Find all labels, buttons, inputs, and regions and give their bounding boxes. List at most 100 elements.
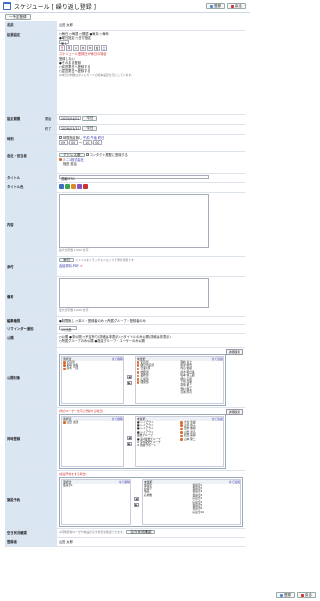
regist-clear-all[interactable]: 全て削除 (112, 417, 123, 421)
regist-selected-list: 選択済 全て削除 山田 太郎 (61, 415, 124, 467)
contact-checkbox[interactable] (85, 153, 89, 157)
day-sat[interactable]: 土 (101, 45, 107, 52)
memo-limit: 最大文字数 1,000 文字 (59, 307, 89, 312)
label-start: 開始 (43, 114, 57, 125)
facility-picker: 選択済 全て削除 会議室1 ◀ ▶ 未選択 全て追加 会議室 応接室 備品 応用機 会… (59, 476, 243, 527)
header-bar: スケジュール [ 繰り返し登録 ] 登録 戻る (0, 0, 250, 13)
list-item[interactable]: ★ 技術サポート (136, 443, 179, 447)
single-register-button[interactable]: 一予定登録 (5, 14, 31, 20)
back-icon (231, 4, 234, 8)
label-facility: 施設予約 (5, 470, 57, 529)
attach-hint: ファイルをドラッグ＆ドロップで添付可能です (75, 257, 134, 262)
regist-detail-search-button[interactable]: 詳細検索 (225, 408, 243, 415)
list-item[interactable]: 宮城 周司 (179, 390, 222, 394)
end-today-button[interactable]: 今日 (82, 126, 98, 131)
time-shortcuts[interactable]: 午前 午後 終日 (83, 136, 104, 140)
remind-select[interactable]: 15分前 (59, 325, 77, 332)
company-icon (59, 158, 62, 161)
move-left-button[interactable]: ◀ (126, 436, 132, 440)
move-right-button[interactable]: ▶ (126, 442, 132, 446)
public-target-picker: 選択済 全て削除 企画部 彩椿 由香 鈴木 一郎 ◀ ▶ 未選択 全て追加 企画部 経… (59, 353, 226, 406)
time-to-hour[interactable]: 10 (83, 140, 93, 145)
label-name: 名前 (5, 21, 57, 31)
repeat-settings[interactable]: ○毎日 ○毎週 ○隔週 ●毎月 ○毎年 ●曜日指定 ○日付指定 第１ 日 月 火… (57, 30, 245, 115)
public-detail-search-button[interactable]: 詳細検索 (225, 348, 243, 355)
list-item[interactable]: 開発部 (136, 380, 179, 384)
content-limit: 最大文字数 1,000 文字 (59, 247, 89, 252)
list-item[interactable]: 鈴木 一郎 (62, 366, 123, 371)
back-button[interactable]: 戻る (227, 3, 246, 9)
move-right-button[interactable]: ▶ (126, 380, 132, 385)
repeat-mode[interactable]: ●曜日指定 ○日付指定 (59, 36, 243, 40)
move-left-button[interactable]: ◀ (126, 374, 132, 379)
content-textarea[interactable] (59, 193, 209, 248)
holiday-note-2: ※休日の判断はタイムカードの基本設定を元にしています。 (59, 73, 134, 78)
day-wed[interactable]: 水 (80, 45, 86, 52)
label-regist: 同時登録 (5, 407, 57, 471)
memo-textarea[interactable] (59, 277, 209, 308)
schedule-form: 名前 山田 太郎 拡張設定 ○毎日 ○毎週 ○隔週 ●毎月 ○毎年 ●曜日指定 ○… (5, 21, 245, 547)
availability-note: ※同時登録ユーザや施設の空き状況を確認できます。 (59, 529, 126, 534)
title-input[interactable]: 週報MTG (59, 174, 209, 181)
move-left-button[interactable]: ◀ (133, 496, 139, 501)
label-approver: 登録者 (5, 537, 57, 547)
color-swatch-blue[interactable] (59, 183, 64, 189)
day-mon[interactable]: 月 (66, 45, 72, 52)
public-unselected-list: 未選択 全て追加 企画部 経営企画部 営業1部 総務部 業務部 広報部 開発部 岡… (134, 355, 224, 404)
day-tue[interactable]: 火 (73, 45, 79, 52)
list-item[interactable]: 応接室10 (191, 510, 240, 514)
label-end: 終了 (43, 124, 57, 135)
weekday-picker: 日 月 火 水 木 金 土 (59, 45, 243, 52)
avatar (63, 364, 66, 367)
public-clear-all[interactable]: 全て削除 (112, 357, 123, 361)
facility-selected-list: 選択済 全て削除 会議室1 (61, 478, 131, 525)
list-item[interactable]: 山本 理二 (179, 437, 222, 441)
label-content: 内容 (5, 192, 57, 257)
availability-check-button[interactable]: 空き状況確認 (126, 530, 156, 535)
color-swatch-green[interactable] (65, 183, 70, 189)
label-org: 会社・担当者 (5, 151, 57, 174)
add-button[interactable]: 登録 (206, 3, 225, 9)
move-right-button[interactable]: ▶ (133, 502, 139, 507)
start-date-input[interactable]: 2025/04/01 (59, 115, 82, 121)
time-from-min[interactable]: 00 (69, 140, 79, 145)
time-from-hour[interactable]: 09 (59, 140, 68, 145)
footer-back-button[interactable]: 戻る (297, 592, 316, 598)
day-fri[interactable]: 金 (94, 45, 100, 52)
facility-note: [施設予約をする場合] (59, 471, 87, 476)
person-name: 相田 進治 (63, 162, 77, 167)
name-value: 山田 太郎 (57, 21, 245, 31)
calendar-icon (3, 2, 11, 10)
footer-add-button[interactable]: 登録 (276, 592, 295, 598)
label-availability: 空き状況確認 (5, 528, 57, 538)
public-selected-list: 選択済 全て削除 企画部 彩椿 由香 鈴木 一郎 (61, 355, 124, 404)
remove-file-icon[interactable]: ✕ (80, 264, 83, 268)
facility-unselected-list: 未選択 全て追加 会議室 応接室 備品 応用機 会議室1 会議室2 会議室3 会議… (141, 478, 241, 525)
label-edit: 編集権限 (5, 316, 57, 325)
color-swatch-orange[interactable] (71, 183, 76, 189)
color-swatch-purple[interactable] (77, 183, 82, 189)
end-date-input[interactable]: 2026/03/31 (59, 125, 82, 131)
day-thu[interactable]: 木 (87, 45, 93, 52)
label-target: 公開対象 (5, 347, 57, 408)
start-today-button[interactable]: 今日 (82, 116, 98, 121)
facility-clear-all[interactable]: 全て削除 (119, 480, 130, 484)
attached-file-link[interactable]: 会議資料.PDF (59, 264, 79, 268)
attach-button[interactable]: 添付 (59, 257, 74, 262)
no-time-checkbox[interactable] (59, 136, 62, 139)
avatar (63, 367, 66, 371)
label-remind: リマインダー通知 (5, 324, 57, 334)
label-attach: 添付 (5, 256, 57, 277)
time-to-min[interactable]: 00 (93, 140, 103, 145)
list-item[interactable]: 山田 太郎 (62, 420, 123, 424)
plus-icon (210, 4, 213, 8)
edit-permission-options[interactable]: ●制限無し ○本人・登録者のみ ○所属グループ・登録者のみ (57, 316, 245, 325)
public-options-2[interactable]: ○所属グループのみ公開 ●指定グループ・ユーザーのみ公開 (59, 339, 243, 343)
color-swatch-red[interactable] (83, 183, 88, 189)
day-sun[interactable]: 日 (59, 45, 65, 52)
week-number-select[interactable]: 第１ (59, 39, 70, 46)
label-repeat: 拡張設定 (5, 30, 57, 115)
list-item[interactable]: 会議室1 (62, 483, 130, 487)
list-item[interactable]: 応用機 (143, 493, 192, 497)
address-book-button[interactable]: アドレス帳 (59, 152, 85, 157)
